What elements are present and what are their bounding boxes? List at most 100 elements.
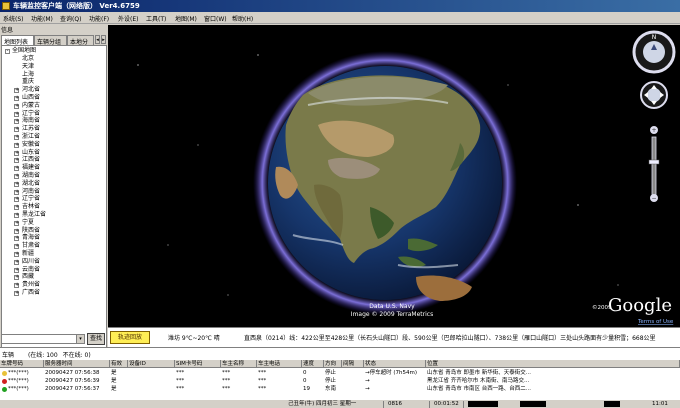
- tree-city[interactable]: 北京: [22, 55, 34, 63]
- expand-icon[interactable]: +: [14, 259, 19, 265]
- expand-icon[interactable]: +: [14, 96, 19, 101]
- tree-province[interactable]: 河北省: [22, 86, 40, 94]
- cell-sim[interactable]: ***: [175, 377, 221, 385]
- expand-icon[interactable]: +: [14, 150, 19, 156]
- col-interval[interactable]: 间隔: [342, 360, 364, 368]
- cell-time[interactable]: 20090427 07:56:37: [44, 385, 110, 393]
- menu-peripheral[interactable]: 外设(E): [118, 14, 138, 23]
- expand-icon[interactable]: +: [14, 127, 19, 133]
- cell-speed[interactable]: 19: [302, 385, 324, 393]
- cell-pos[interactable]: 山东省 青岛市 市南区 台西一路、台西二...: [426, 385, 680, 393]
- col-location[interactable]: 位置: [426, 360, 680, 368]
- col-valid[interactable]: 有效: [110, 360, 128, 368]
- expand-icon[interactable]: +: [14, 135, 19, 140]
- cell-pos[interactable]: 黑龙江省 齐齐哈尔市 木南街、南马路交...: [426, 377, 680, 385]
- menu-function[interactable]: 功能(M): [31, 14, 53, 23]
- col-owner[interactable]: 车主名称: [221, 360, 257, 368]
- menu-map[interactable]: 地图(M): [175, 14, 197, 23]
- menu-tools[interactable]: 工具(T): [146, 14, 166, 23]
- col-status[interactable]: 状态: [364, 360, 426, 368]
- tree-city[interactable]: 天津: [22, 63, 34, 71]
- chevron-down-icon[interactable]: ▾: [76, 335, 84, 343]
- cell-state[interactable]: →停车超时 (7h54m): [364, 369, 426, 377]
- cell-owner[interactable]: ***: [221, 377, 257, 385]
- compass-icon[interactable]: N: [632, 30, 676, 74]
- search-button[interactable]: 查找: [87, 333, 105, 345]
- cell-time[interactable]: 20090427 07:56:39: [44, 377, 110, 385]
- expand-icon[interactable]: +: [14, 220, 19, 226]
- menu-help[interactable]: 帮助(H): [232, 14, 253, 23]
- tab-local[interactable]: 本地分: [67, 35, 94, 45]
- menu-query[interactable]: 查询(Q): [60, 14, 81, 23]
- cell-valid[interactable]: 是: [110, 377, 128, 385]
- cell-dir[interactable]: 停止: [324, 369, 342, 377]
- cell-speed[interactable]: 0: [302, 369, 324, 377]
- map-view[interactable]: N + − Data U.S. Navy Image © 2009 TerraM…: [108, 25, 680, 327]
- expand-icon[interactable]: +: [14, 291, 19, 296]
- expand-icon[interactable]: +: [14, 111, 19, 117]
- expand-icon[interactable]: +: [14, 158, 19, 164]
- cell-plate[interactable]: ***(***): [7, 385, 44, 393]
- cell-plate[interactable]: ***(***): [7, 377, 44, 385]
- expand-icon[interactable]: +: [14, 174, 19, 179]
- tab-vehicle-group[interactable]: 车辆分组: [34, 35, 67, 45]
- cell-state[interactable]: →: [364, 377, 426, 385]
- tree-province[interactable]: 湖北省: [22, 180, 40, 188]
- cell-phone[interactable]: ***: [257, 369, 302, 377]
- cell-dir[interactable]: 东南: [324, 385, 342, 393]
- expand-icon[interactable]: +: [14, 197, 19, 203]
- tree-province[interactable]: 浙江省: [22, 133, 40, 141]
- tree-province[interactable]: 湖南省: [22, 172, 40, 180]
- expand-icon[interactable]: +: [14, 103, 19, 109]
- tree-province[interactable]: 甘肃省: [22, 242, 40, 250]
- col-device-id[interactable]: 设备ID: [128, 360, 175, 368]
- col-server-time[interactable]: 服务器时间: [44, 360, 110, 368]
- expand-icon[interactable]: +: [14, 205, 19, 211]
- cell-phone[interactable]: ***: [257, 377, 302, 385]
- expand-icon[interactable]: +: [14, 181, 19, 187]
- menu-feature[interactable]: 功能(F): [89, 14, 109, 23]
- expand-icon[interactable]: +: [14, 252, 19, 257]
- cell-owner[interactable]: ***: [221, 369, 257, 377]
- cell-valid[interactable]: 是: [110, 369, 128, 377]
- col-plate[interactable]: 车牌号码: [0, 360, 44, 368]
- expand-icon[interactable]: +: [14, 236, 19, 242]
- track-playback-button[interactable]: 轨迹回放: [110, 331, 150, 344]
- col-sim[interactable]: SIM卡号码: [175, 360, 221, 368]
- tree-province[interactable]: 安徽省: [22, 141, 40, 149]
- tree-root[interactable]: 全国地图: [12, 47, 36, 55]
- tab-scroll-right-icon[interactable]: ▸: [101, 35, 106, 44]
- menu-system[interactable]: 系统(S): [3, 14, 24, 23]
- expand-icon[interactable]: +: [14, 166, 19, 172]
- search-combo[interactable]: ▾: [1, 334, 85, 344]
- cell-speed[interactable]: 0: [302, 377, 324, 385]
- tree-province[interactable]: 山西省: [22, 94, 40, 102]
- expand-icon[interactable]: +: [14, 119, 19, 125]
- pan-icon[interactable]: [640, 81, 668, 109]
- expand-icon[interactable]: +: [14, 142, 19, 148]
- tree-province[interactable]: 贵州省: [22, 281, 40, 289]
- tree-province[interactable]: 江苏省: [22, 125, 40, 133]
- cell-time[interactable]: 20090427 07:56:38: [44, 369, 110, 377]
- cell-dir[interactable]: 停止: [324, 377, 342, 385]
- collapse-icon[interactable]: -: [5, 49, 10, 54]
- tree-province[interactable]: 内蒙古: [22, 102, 40, 110]
- expand-icon[interactable]: +: [14, 244, 19, 250]
- tab-scroll-left-icon[interactable]: ◂: [95, 35, 100, 44]
- expand-icon[interactable]: +: [14, 213, 19, 218]
- cell-sim[interactable]: ***: [175, 385, 221, 393]
- cell-pos[interactable]: 山东省 青岛市 即墨市 新华街、天泰街交...: [426, 369, 680, 377]
- tree-province[interactable]: 吉林省: [22, 203, 40, 211]
- terms-link[interactable]: Terms of Use: [637, 319, 674, 325]
- expand-icon[interactable]: +: [14, 283, 19, 289]
- tab-map-list[interactable]: 地图列表: [1, 35, 34, 45]
- cell-sim[interactable]: ***: [175, 369, 221, 377]
- tree-province[interactable]: 四川省: [22, 258, 40, 266]
- tree-province[interactable]: 宁夏: [22, 219, 34, 227]
- cell-phone[interactable]: ***: [257, 385, 302, 393]
- cell-owner[interactable]: ***: [221, 385, 257, 393]
- cell-state[interactable]: →: [364, 385, 426, 393]
- expand-icon[interactable]: +: [14, 228, 19, 234]
- tree-province[interactable]: 黑龙江省: [22, 211, 46, 219]
- expand-icon[interactable]: +: [14, 189, 19, 195]
